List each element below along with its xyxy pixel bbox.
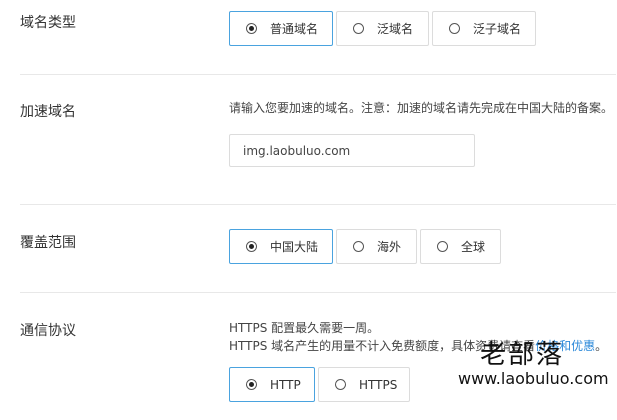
coverage-option-global[interactable]: 全球	[420, 229, 501, 264]
protocol-hint-line1: HTTPS 配置最久需要一周。	[229, 321, 380, 335]
option-label: 中国大陆	[270, 240, 319, 254]
section-divider	[20, 74, 616, 75]
option-label: 泛子域名	[473, 22, 522, 36]
watermark-text-cn: 老部落	[480, 340, 565, 370]
radio-selected-icon	[246, 241, 257, 252]
accel-domain-label: 加速域名	[20, 104, 76, 120]
option-label: HTTP	[270, 377, 301, 392]
coverage-option-overseas[interactable]: 海外	[336, 229, 417, 264]
option-label: HTTPS	[359, 377, 398, 392]
coverage-option-mainland[interactable]: 中国大陆	[229, 229, 333, 264]
option-label: 泛域名	[377, 22, 414, 36]
radio-unselected-icon	[437, 241, 448, 252]
domain-type-option-wildcard-sub[interactable]: 泛子域名	[432, 11, 536, 46]
domain-type-label: 域名类型	[20, 15, 76, 31]
protocol-hint-suffix: 。	[595, 339, 608, 353]
radio-unselected-icon	[449, 23, 460, 34]
accel-domain-input[interactable]	[229, 134, 475, 167]
option-label: 海外	[377, 240, 402, 254]
section-divider	[20, 204, 616, 205]
accel-domain-hint: 请输入您要加速的域名。注意：加速的域名请先完成在中国大陆的备案。	[229, 101, 614, 115]
protocol-radio-group: HTTP HTTPS	[229, 367, 413, 402]
coverage-label: 覆盖范围	[20, 235, 76, 251]
coverage-radio-group: 中国大陆 海外 全球	[229, 229, 504, 264]
protocol-label: 通信协议	[20, 323, 76, 339]
option-label: 普通域名	[270, 22, 319, 36]
radio-unselected-icon	[353, 241, 364, 252]
section-divider	[20, 292, 616, 293]
protocol-option-http[interactable]: HTTP	[229, 367, 315, 402]
protocol-option-https[interactable]: HTTPS	[318, 367, 410, 402]
domain-type-radio-group: 普通域名 泛域名 泛子域名	[229, 11, 539, 46]
radio-unselected-icon	[353, 23, 364, 34]
option-label: 全球	[461, 240, 486, 254]
radio-selected-icon	[246, 379, 257, 390]
radio-selected-icon	[246, 23, 257, 34]
radio-unselected-icon	[335, 379, 346, 390]
domain-type-option-wildcard[interactable]: 泛域名	[336, 11, 429, 46]
domain-type-option-normal[interactable]: 普通域名	[229, 11, 333, 46]
watermark-text-en: www.laobuluo.com	[458, 369, 609, 388]
